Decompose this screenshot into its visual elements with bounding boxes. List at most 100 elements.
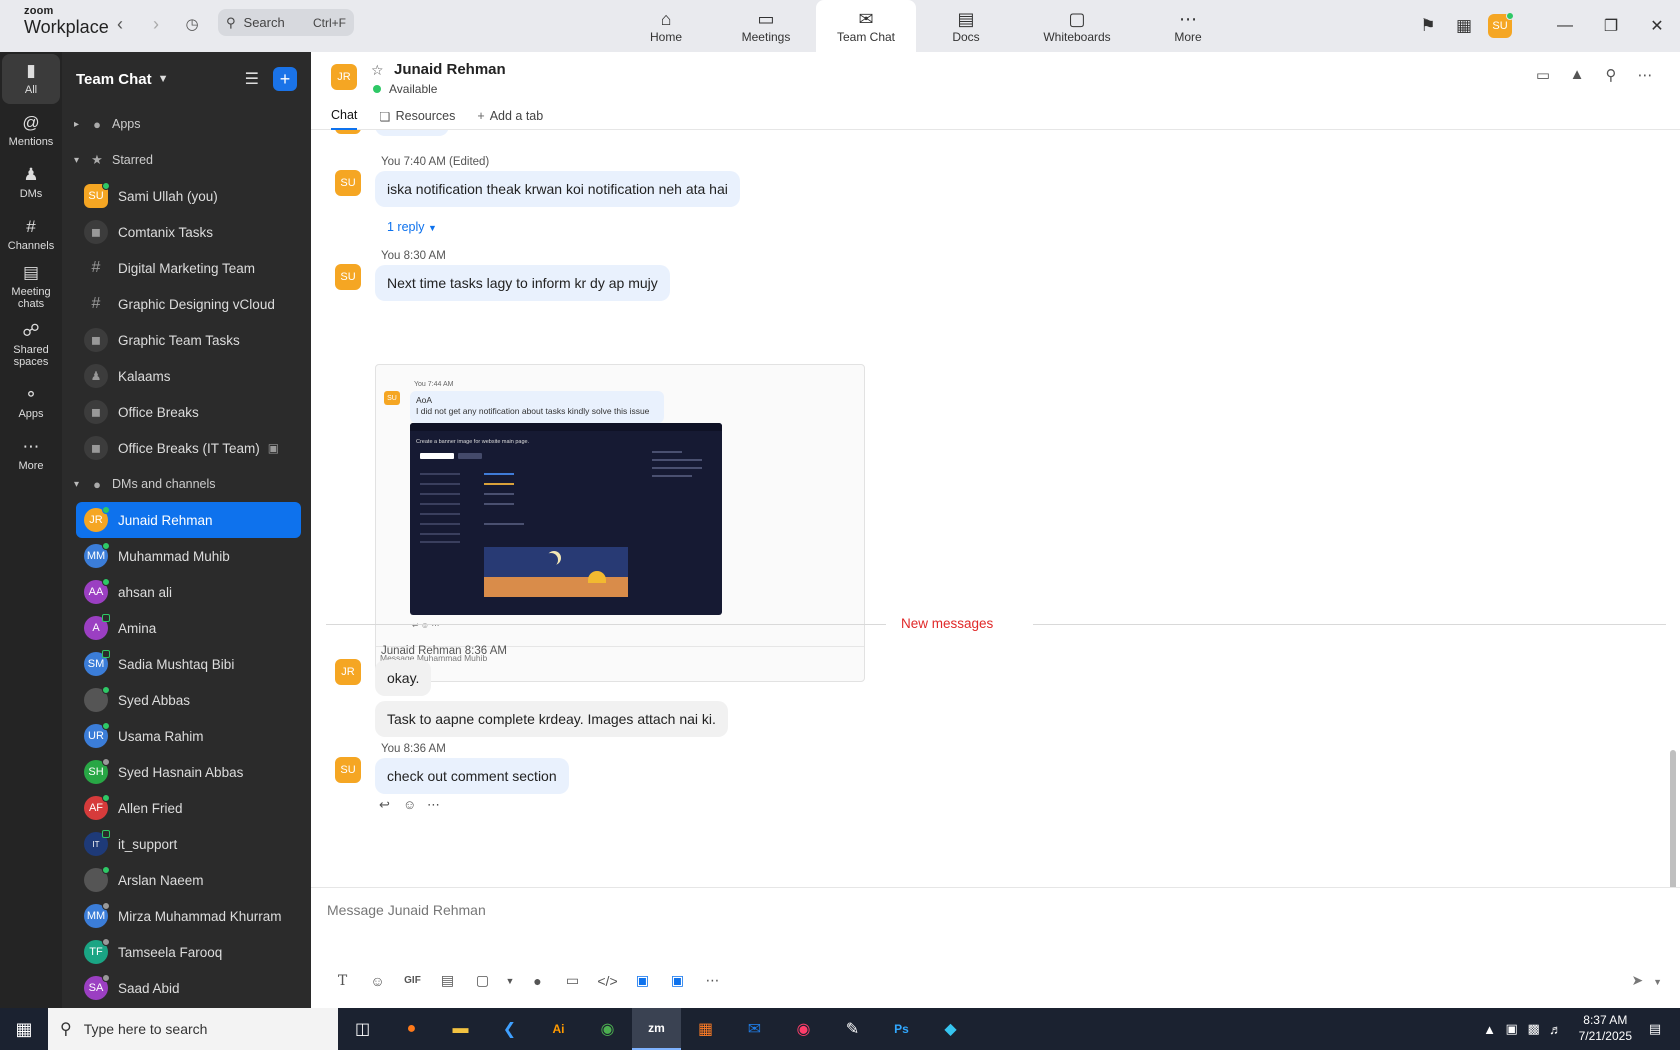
top-nav-meetings[interactable]: ▭ Meetings — [716, 0, 816, 52]
network-icon[interactable]: ▩ — [1523, 1021, 1545, 1037]
illustrator-icon[interactable]: Ai — [534, 1008, 583, 1050]
vscode-icon[interactable]: ❮ — [485, 1008, 534, 1050]
app-icon[interactable]: ▣ — [625, 972, 660, 989]
dm-item-amina[interactable]: A Amina — [62, 610, 303, 646]
top-nav-more[interactable]: ⋯ More — [1138, 0, 1238, 52]
rail-all[interactable]: ▮ All — [2, 54, 60, 104]
calendar-icon[interactable]: ▦ — [1446, 8, 1482, 44]
star-icon[interactable]: ☆ — [371, 62, 384, 79]
dm-item-saad-abid[interactable]: SA Saad Abid — [62, 970, 303, 1006]
rail-shared-spaces[interactable]: ☍ Shared spaces — [2, 314, 60, 376]
tab-chat[interactable]: Chat — [331, 102, 358, 130]
sidebar-item-sami-ullah[interactable]: SU Sami Ullah (you) — [62, 178, 303, 214]
rail-dms[interactable]: ♟ DMs — [2, 158, 60, 208]
scrollbar[interactable] — [1670, 750, 1676, 887]
back-arrow-icon[interactable]: ‹ — [108, 12, 132, 36]
attached-screenshot[interactable]: SU You 7:44 AM AoA I did not get any not… — [375, 364, 865, 682]
sidebar-item-office-breaks[interactable]: ◼ Office Breaks — [62, 394, 303, 430]
sidebar-item-comtanix-tasks[interactable]: ◼ Comtanix Tasks — [62, 214, 303, 250]
top-nav-docs[interactable]: ▤ Docs — [916, 0, 1016, 52]
new-chat-button[interactable]: + — [273, 67, 297, 91]
dm-item-muhammad-muhib[interactable]: MM Muhammad Muhib — [62, 538, 303, 574]
dm-item-ahsan-ali[interactable]: AA ahsan ali — [62, 574, 303, 610]
chevron-down-icon[interactable]: ▼ — [158, 73, 169, 85]
restore-icon[interactable]: ❐ — [1588, 8, 1634, 44]
dm-item-arslan-naeem[interactable]: Arslan Naeem — [62, 862, 303, 898]
sidebar-item-office-breaks-it[interactable]: ◼ Office Breaks (IT Team) ▣ — [62, 430, 303, 466]
send-button[interactable]: ➤ ▼ — [1631, 972, 1662, 989]
rail-more[interactable]: ⋯ More — [2, 430, 60, 480]
microphone-icon[interactable]: ● — [520, 973, 555, 989]
zoom-taskbar-icon[interactable]: zm — [632, 1008, 681, 1050]
meeting-app-icon[interactable]: ▣ — [660, 972, 695, 989]
dm-item-junaid-rehman[interactable]: JR Junaid Rehman — [76, 502, 301, 538]
chrome-icon[interactable]: ◉ — [583, 1008, 632, 1050]
rail-channels[interactable]: # Channels — [2, 210, 60, 260]
tab-resources[interactable]: ❏ Resources — [379, 102, 455, 130]
sidebar-item-digital-marketing[interactable]: # Digital Marketing Team — [62, 250, 303, 286]
file-icon[interactable]: ▤ — [430, 972, 465, 989]
app-diamond-icon[interactable]: ◆ — [926, 1008, 975, 1050]
code-icon[interactable]: </> — [590, 973, 625, 989]
pen-tool-icon[interactable]: ✎ — [828, 1008, 877, 1050]
video-call-icon[interactable]: ▭ — [1526, 66, 1560, 84]
sidebar-item-kalaams[interactable]: ♟ Kalaams — [62, 358, 303, 394]
tray-expand-icon[interactable]: ▲ — [1479, 1022, 1501, 1037]
emoji-icon[interactable]: ☺ — [360, 973, 395, 989]
dm-item-sadia-mushtaq[interactable]: SM Sadia Mushtaq Bibi — [62, 646, 303, 682]
filter-icon[interactable]: ☰ — [245, 69, 259, 89]
history-icon[interactable]: ◷ — [180, 12, 204, 36]
message-input[interactable] — [327, 898, 927, 922]
top-nav-team-chat[interactable]: ✉ Team Chat — [816, 0, 916, 52]
firefox-icon[interactable]: ● — [387, 1008, 436, 1050]
creative-cloud-icon[interactable]: ◉ — [779, 1008, 828, 1050]
tab-add[interactable]: + Add a tab — [477, 102, 543, 130]
emoji-reaction-icon[interactable]: ☺ — [403, 797, 427, 813]
sidebar-item-graphic-designing[interactable]: # Graphic Designing vCloud — [62, 286, 303, 322]
contact-avatar[interactable]: JR — [331, 64, 357, 90]
taskbar-clock[interactable]: 8:37 AM 7/21/2025 — [1579, 1013, 1632, 1044]
sidebar-title[interactable]: Team Chat — [76, 71, 152, 88]
more-options-icon[interactable]: ⋯ — [695, 972, 730, 989]
section-apps[interactable]: ▸ ● Apps — [62, 106, 311, 142]
dm-item-syed-abbas[interactable]: Syed Abbas — [62, 682, 303, 718]
rail-meeting-chats[interactable]: ▤ Meeting chats — [2, 262, 60, 312]
message-bubble[interactable]: check out comment section — [375, 758, 569, 794]
volume-icon[interactable]: ♬ — [1545, 1022, 1567, 1037]
notification-tray-icon[interactable]: ▣ — [1501, 1021, 1523, 1037]
top-nav-home[interactable]: ⌂ Home — [616, 0, 716, 52]
file-explorer-icon[interactable]: ▬ — [436, 1008, 485, 1050]
reply-icon[interactable]: ↩ — [379, 797, 403, 813]
search-box[interactable]: ⚲ Search Ctrl+F — [218, 9, 354, 36]
more-options-icon[interactable]: ⋯ — [1628, 66, 1662, 84]
dm-item-syed-hasnain[interactable]: SH Syed Hasnain Abbas — [62, 754, 303, 790]
bell-icon[interactable]: ⚑ — [1410, 8, 1446, 44]
dm-item-tamseela-farooq[interactable]: TF Tamseela Farooq — [62, 934, 303, 970]
dm-item-mirza-khurram[interactable]: MM Mirza Muhammad Khurram — [62, 898, 303, 934]
forward-arrow-icon[interactable]: › — [144, 12, 168, 36]
section-starred[interactable]: ▾ ★ Starred — [62, 142, 311, 178]
message-bubble[interactable]: okay. — [375, 660, 432, 696]
photoshop-icon[interactable]: Ps — [877, 1008, 926, 1050]
more-options-icon[interactable]: ⋯ — [427, 797, 451, 813]
dm-item-usama-rahim[interactable]: UR Usama Rahim — [62, 718, 303, 754]
outlook-icon[interactable]: ✉ — [730, 1008, 779, 1050]
action-center-icon[interactable]: ▤ — [1644, 1021, 1666, 1037]
search-icon[interactable]: ⚲ — [1594, 66, 1628, 84]
screenshot-icon[interactable]: ▢ — [465, 972, 500, 989]
rail-mentions[interactable]: @ Mentions — [2, 106, 60, 156]
reply-count-link[interactable]: 1 reply ▼ — [387, 220, 437, 234]
dm-item-it-support[interactable]: IT it_support — [62, 826, 303, 862]
text-format-icon[interactable]: T — [325, 973, 360, 989]
sidebar-item-graphic-team-tasks[interactable]: ◼ Graphic Team Tasks — [62, 322, 303, 358]
dm-item-allen-fried[interactable]: AF Allen Fried — [62, 790, 303, 826]
message-bubble[interactable]: iska notification theak krwan koi notifi… — [375, 171, 740, 207]
video-message-icon[interactable]: ▭ — [555, 972, 590, 989]
gif-button[interactable]: GIF — [395, 975, 430, 986]
top-nav-whiteboards[interactable]: ▢ Whiteboards — [1016, 0, 1138, 52]
message-bubble[interactable]: Task to aapne complete krdeay. Images at… — [375, 701, 728, 737]
chevron-down-icon[interactable]: ▼ — [500, 976, 520, 986]
xampp-icon[interactable]: ▦ — [681, 1008, 730, 1050]
screen-share-icon[interactable]: ▲ — [1560, 66, 1594, 84]
section-dms[interactable]: ▾ ● DMs and channels — [62, 466, 311, 502]
